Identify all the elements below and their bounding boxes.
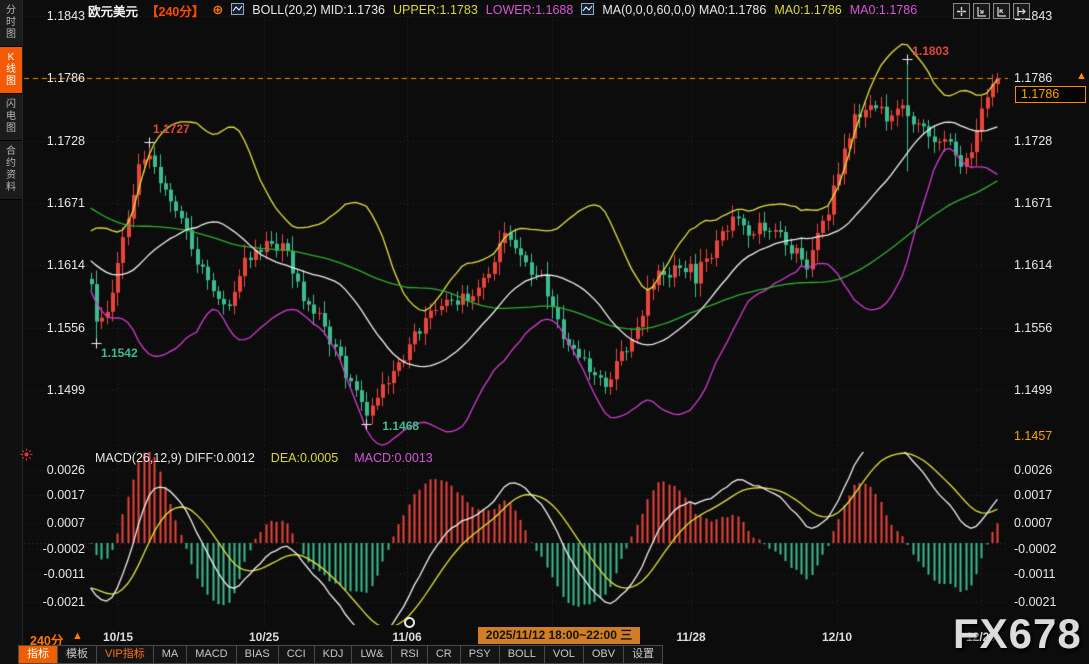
macd-tick-left-4: -0.0011 [29,567,85,581]
export-icon[interactable] [1013,3,1030,19]
tab-BOLL[interactable]: BOLL [500,645,545,664]
tab-VOL[interactable]: VOL [545,645,584,664]
macd-tick-right-0: 0.0026 [1014,463,1052,477]
price-tick-left-0: 1.1843 [29,9,85,23]
date-label-2: 11/06 [392,630,421,644]
macd-bar-value: MACD:0.0013 [354,451,433,465]
footer-period-arrow-icon[interactable]: ▲ [72,630,83,642]
price-tick-right-4: 1.1614 [1014,258,1052,272]
sidebar-item-3[interactable]: 合约资料 [0,141,22,200]
crosshair-dot-icon [404,617,415,628]
ma-values: MA(0,0,0,60,0,0) MA0:1.1786 [602,3,766,17]
sidebar-item-1[interactable]: K线图 [0,47,22,94]
price-low-tag: 1.1457 [1014,429,1052,443]
macd-tick-right-1: 0.0017 [1014,488,1052,502]
macd-dea-value: DEA:0.0005 [271,451,338,465]
ma-value-yellow: MA0:1.1786 [774,3,841,17]
price-tick-left-6: 1.1499 [29,383,85,397]
boll-upper-value: UPPER:1.1783 [393,3,478,17]
tab-设置[interactable]: 设置 [624,645,663,664]
symbol-name[interactable]: 欧元美元 [88,1,138,20]
tab-CR[interactable]: CR [428,645,461,664]
boll-lower-value: LOWER:1.1688 [486,3,574,17]
tab-KDJ[interactable]: KDJ [315,645,353,664]
price-tick-left-4: 1.1614 [29,258,85,272]
axis-zoom-in-icon[interactable] [973,3,990,19]
tab-PSY[interactable]: PSY [461,645,500,664]
tab-BIAS[interactable]: BIAS [237,645,279,664]
macd-tick-right-3: -0.0002 [1014,542,1056,556]
date-label-1: 10/25 [249,630,279,644]
price-tick-right-3: 1.1671 [1014,196,1052,210]
chart-toolbar [953,3,1030,19]
price-mark-1.1727: 1.1727 [153,122,190,136]
axis-zoom-out-icon[interactable] [993,3,1010,19]
new-high-arrow-icon: ▲ [1076,70,1087,82]
ma-indicator-icon[interactable] [581,3,594,18]
period-label[interactable]: 【240分】 [146,1,204,20]
macd-tick-right-2: 0.0007 [1014,516,1052,530]
crosshair-date-tag: 2025/11/12 18:00~22:00 三 [478,627,640,644]
macd-tick-right-5: -0.0021 [1014,595,1056,609]
price-tick-right-1: 1.1786 [1014,71,1052,85]
watermark: FX678 [953,610,1082,658]
indicator-tab-bar: 指标模板VIP指标MAMACDBIASCCIKDJLW&RSICRPSYBOLL… [18,645,663,664]
chart-canvas[interactable] [0,0,1089,664]
date-label-3: 11/28 [676,630,705,644]
price-tick-left-5: 1.1556 [29,321,85,335]
price-tick-right-5: 1.1556 [1014,321,1052,335]
chart-app: 分时图K线图闪电图合约资料 欧元美元 【240分】 ⊕ BOLL(20,2) M… [0,0,1089,664]
macd-tick-left-5: -0.0021 [29,595,85,609]
tab-RSI[interactable]: RSI [392,645,427,664]
tab-VIP指标[interactable]: VIP指标 [97,645,154,664]
macd-header: MACD(26,12,9) DIFF:0.0012 DEA:0.0005 MAC… [95,451,433,465]
price-mark-1.1468: 1.1468 [382,419,419,433]
macd-tick-left-2: 0.0007 [29,516,85,530]
price-tick-right-6: 1.1499 [1014,383,1052,397]
tab-MA[interactable]: MA [154,645,188,664]
sidebar-item-2[interactable]: 闪电图 [0,94,22,141]
price-mark-1.1542: 1.1542 [101,346,138,360]
date-label-4: 12/10 [822,630,852,644]
tab-指标[interactable]: 指标 [18,645,58,664]
price-tick-left-3: 1.1671 [29,196,85,210]
tab-CCI[interactable]: CCI [279,645,315,664]
ma-value-magenta: MA0:1.1786 [850,3,917,17]
boll-values: BOLL(20,2) MID:1.1736 [252,3,385,17]
legend-bar: 欧元美元 【240分】 ⊕ BOLL(20,2) MID:1.1736 UPPE… [88,2,917,18]
macd-diff-value: MACD(26,12,9) DIFF:0.0012 [95,451,255,465]
macd-tick-right-4: -0.0011 [1014,567,1055,581]
add-indicator-icon[interactable]: ⊕ [212,2,223,18]
sidebar-item-0[interactable]: 分时图 [0,0,22,47]
macd-tick-left-3: -0.0002 [29,542,85,556]
macd-tick-left-1: 0.0017 [29,488,85,502]
tab-LW&[interactable]: LW& [352,645,392,664]
hot-indicator-icon[interactable] [19,447,34,467]
current-price-tag: 1.1786 [1015,86,1086,103]
price-tick-right-2: 1.1728 [1014,134,1052,148]
macd-tick-left-0: 0.0026 [29,463,85,477]
tab-模板[interactable]: 模板 [58,645,97,664]
price-tick-left-1: 1.1786 [29,71,85,85]
price-tick-left-2: 1.1728 [29,134,85,148]
sidebar: 分时图K线图闪电图合约资料 [0,0,23,664]
date-label-0: 10/15 [103,630,133,644]
tab-MACD[interactable]: MACD [187,645,236,664]
price-mark-1.1803: 1.1803 [912,44,949,58]
crosshair-icon[interactable] [953,3,970,19]
boll-indicator-icon[interactable] [231,3,244,18]
tab-OBV[interactable]: OBV [584,645,624,664]
